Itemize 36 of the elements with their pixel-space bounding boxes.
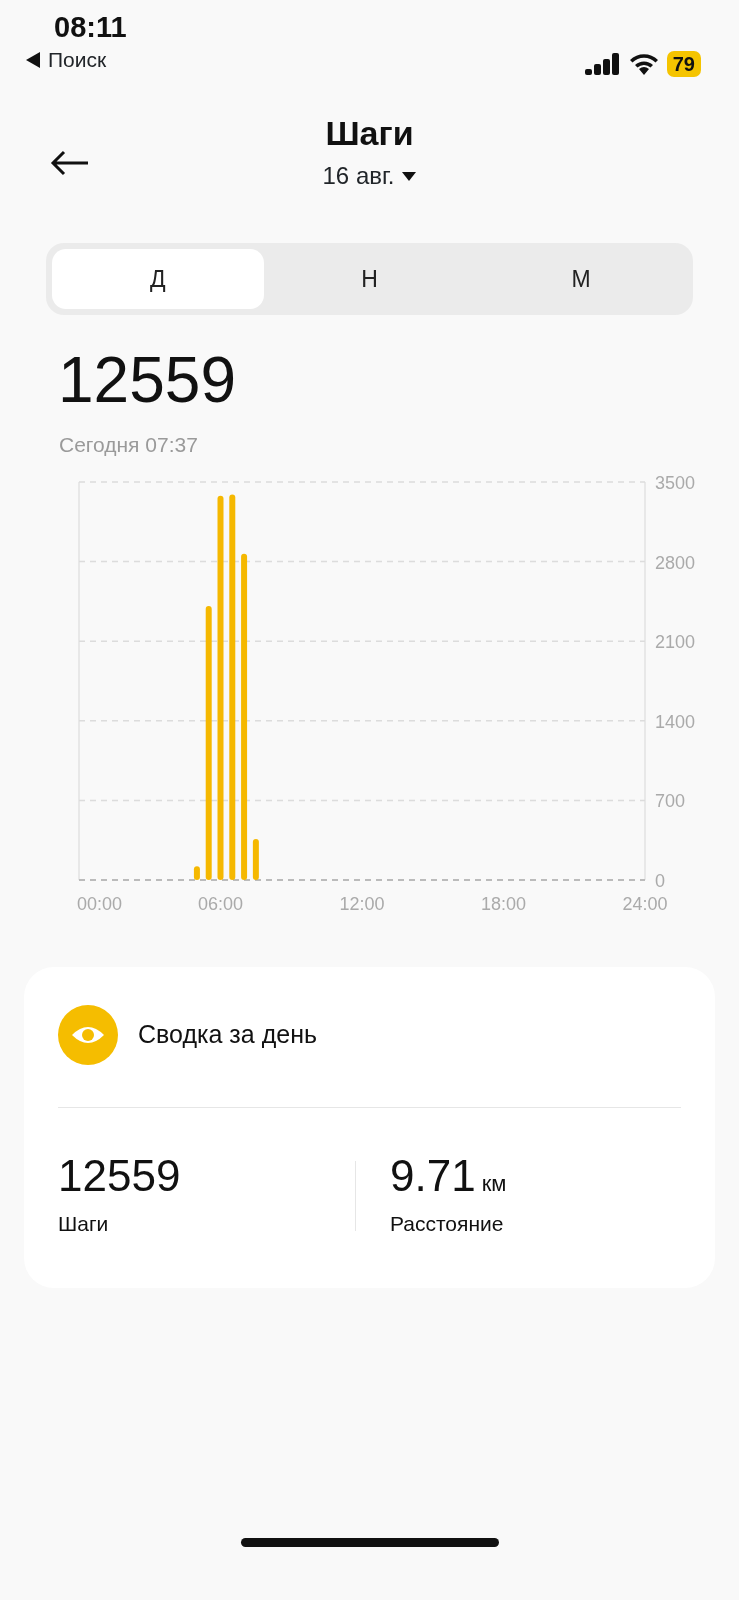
stat-label: Шаги [58, 1211, 110, 1238]
period-tab[interactable]: Д [52, 249, 264, 309]
y-axis-label: 2800 [655, 552, 696, 573]
stat-unit: км [481, 1170, 507, 1196]
update-time: Сегодня 07:37 [59, 432, 199, 459]
back-link[interactable]: Поиск [26, 43, 107, 76]
y-axis-label: 700 [655, 791, 686, 812]
eye-icon [58, 1004, 118, 1065]
x-axis-label: 00:00 [77, 893, 123, 914]
y-axis-label: 3500 [655, 472, 696, 493]
stat-value: 12559 [58, 1150, 181, 1200]
signal-icon [584, 52, 621, 75]
summary-title: Сводка за день [138, 1019, 317, 1051]
status-time: 08:11 [54, 12, 127, 44]
x-axis-label: 06:00 [198, 893, 243, 914]
y-axis-label: 0 [655, 870, 665, 891]
back-triangle-icon [26, 51, 40, 68]
stat-value: 9.71 [390, 1150, 476, 1200]
y-axis-label: 2100 [655, 632, 696, 653]
back-button[interactable] [50, 150, 90, 176]
x-axis-label: 12:00 [339, 893, 385, 914]
battery-indicator: 79 [666, 50, 701, 77]
caret-icon [402, 171, 417, 181]
period-tab[interactable]: Н [263, 249, 476, 309]
page-title: Шаги [324, 115, 415, 153]
x-axis-label: 18:00 [481, 893, 526, 914]
stat-label: Расстояние [390, 1211, 505, 1238]
period-tab[interactable]: М [475, 249, 687, 309]
y-axis-label: 1400 [655, 711, 696, 732]
date-selector[interactable]: 16 авг. [322, 158, 417, 195]
step-total: 12559 [58, 345, 237, 416]
x-axis-label: 24:00 [622, 893, 668, 914]
chart-bar [252, 838, 259, 880]
chart-bar [193, 866, 200, 880]
back-arrow-icon [50, 150, 90, 176]
wifi-icon [628, 52, 659, 75]
